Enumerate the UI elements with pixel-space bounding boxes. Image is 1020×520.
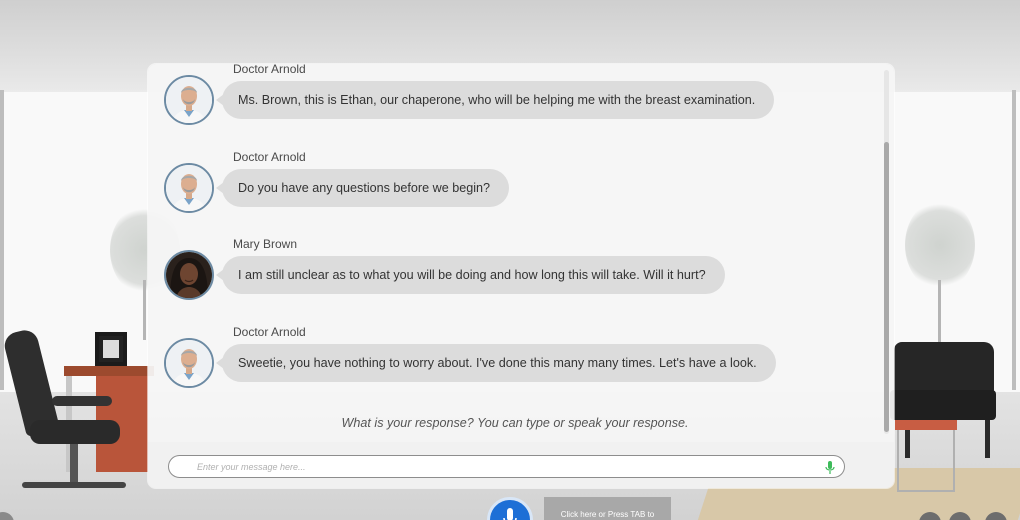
microphone-icon	[503, 508, 517, 520]
chat-message: Doctor Arnold Sweetie, you have nothing …	[164, 325, 864, 395]
chat-message: Doctor Arnold Do you have any questions …	[164, 150, 864, 220]
plant-stem	[938, 280, 941, 342]
office-chair-base	[22, 482, 126, 488]
side-table-top	[895, 420, 957, 430]
message-list[interactable]: Doctor Arnold Ms. Brown, this is Ethan, …	[148, 64, 882, 442]
plant-stem	[143, 280, 146, 340]
sofa-leg	[985, 420, 990, 458]
message-sender: Doctor Arnold	[233, 150, 306, 164]
office-chair-arm	[52, 396, 112, 406]
microphone-icon[interactable]	[824, 460, 836, 474]
sofa-back	[894, 342, 994, 394]
chat-message: Mary Brown I am still unclear as to what…	[164, 237, 864, 307]
input-bar	[148, 442, 894, 488]
message-bubble: I am still unclear as to what you will b…	[216, 256, 725, 294]
office-chair-post	[70, 444, 78, 484]
message-bubble: Ms. Brown, this is Ethan, our chaperone,…	[215, 81, 775, 119]
window-post	[1012, 90, 1016, 390]
patient-avatar	[164, 250, 214, 300]
office-chair-seat	[30, 420, 120, 444]
message-input[interactable]	[168, 455, 845, 478]
picture-frame	[95, 332, 127, 366]
desk-top	[64, 366, 154, 376]
doctor-avatar	[164, 75, 214, 125]
window-post	[0, 90, 4, 390]
response-prompt: What is your response? You can type or s…	[341, 416, 689, 430]
tab-hint-button[interactable]: Click here or Press TAB to	[544, 497, 671, 520]
message-bubble: Do you have any questions before we begi…	[215, 169, 510, 207]
doctor-avatar	[164, 338, 214, 388]
plant	[905, 200, 975, 290]
chat-message: Doctor Arnold Ms. Brown, this is Ethan, …	[164, 64, 864, 132]
message-bubble: Sweetie, you have nothing to worry about…	[216, 344, 776, 382]
message-sender: Mary Brown	[233, 237, 298, 251]
chat-panel: Doctor Arnold Ms. Brown, this is Ethan, …	[148, 64, 894, 488]
side-table-legs	[897, 430, 955, 492]
message-sender: Doctor Arnold	[233, 64, 306, 76]
scrollbar-thumb[interactable]	[884, 142, 889, 432]
doctor-avatar	[164, 163, 214, 213]
sofa-seat	[890, 390, 996, 420]
message-sender: Doctor Arnold	[233, 325, 306, 339]
